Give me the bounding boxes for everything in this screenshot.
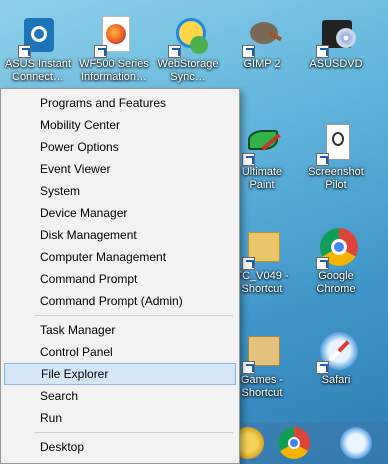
menu-item-task-manager[interactable]: Task Manager xyxy=(4,319,236,341)
icon-label: Screenshot Pilot xyxy=(308,166,364,191)
shortcut-arrow-icon xyxy=(316,45,329,58)
menu-item-command-prompt[interactable]: Command Prompt xyxy=(4,268,236,290)
asusdvd-icon xyxy=(314,14,358,58)
menu-item-control-panel[interactable]: Control Panel xyxy=(4,341,236,363)
menu-item-mobility-center[interactable]: Mobility Center xyxy=(4,114,236,136)
menu-item-system[interactable]: System xyxy=(4,180,236,202)
desktop-icon-asusdvd[interactable]: ASUSDVD xyxy=(298,14,374,71)
games-shortcut-icon xyxy=(240,330,284,374)
power-user-menu: Programs and Features Mobility Center Po… xyxy=(0,88,240,464)
shortcut-arrow-icon xyxy=(94,45,107,58)
icon-label: WebStorage Sync… xyxy=(157,58,219,83)
menu-item-disk-management[interactable]: Disk Management xyxy=(4,224,236,246)
menu-item-desktop[interactable]: Desktop xyxy=(4,436,236,458)
desktop-icon-asus-instant-connect[interactable]: ASUS Instant Connect… xyxy=(0,14,76,84)
shortcut-arrow-icon xyxy=(242,153,255,166)
webstorage-icon xyxy=(166,14,210,58)
desktop-icon-gimp[interactable]: GIMP 2 xyxy=(224,14,300,71)
shortcut-arrow-icon xyxy=(316,153,329,166)
gimp-icon xyxy=(240,14,284,58)
google-chrome-icon xyxy=(314,226,358,270)
menu-item-device-manager[interactable]: Device Manager xyxy=(4,202,236,224)
icon-label: WF500 Series Information… xyxy=(79,58,149,83)
taskbar-safari-icon[interactable] xyxy=(340,427,372,459)
screenshot-pilot-icon xyxy=(314,122,358,166)
shortcut-arrow-icon xyxy=(18,45,31,58)
icon-label: ASUS Instant Connect… xyxy=(4,58,72,83)
tc-v049-shortcut-icon xyxy=(240,226,284,270)
desktop-icon-webstorage[interactable]: WebStorage Sync… xyxy=(150,14,226,84)
shortcut-arrow-icon xyxy=(316,257,329,270)
shortcut-arrow-icon xyxy=(316,361,329,374)
menu-item-command-prompt-admin[interactable]: Command Prompt (Admin) xyxy=(4,290,236,312)
shortcut-arrow-icon xyxy=(242,361,255,374)
desktop-icon-safari[interactable]: Safari xyxy=(298,330,374,387)
ultimate-paint-icon xyxy=(240,122,284,166)
menu-separator xyxy=(35,432,233,433)
desktop-icon-google-chrome[interactable]: Google Chrome xyxy=(298,226,374,296)
shortcut-arrow-icon xyxy=(242,45,255,58)
icon-label: GIMP 2 xyxy=(243,58,281,70)
menu-item-search[interactable]: Search xyxy=(4,385,236,407)
wf500-series-icon xyxy=(92,14,136,58)
menu-separator xyxy=(35,315,233,316)
taskbar-chrome-icon[interactable] xyxy=(278,427,310,459)
icon-label: ASUSDVD xyxy=(309,58,363,70)
safari-icon xyxy=(314,330,358,374)
icon-label: Google Chrome xyxy=(316,270,356,295)
shortcut-arrow-icon xyxy=(168,45,181,58)
menu-item-power-options[interactable]: Power Options xyxy=(4,136,236,158)
asus-instant-connect-icon xyxy=(16,14,60,58)
shortcut-arrow-icon xyxy=(242,257,255,270)
menu-item-run[interactable]: Run xyxy=(4,407,236,429)
menu-item-event-viewer[interactable]: Event Viewer xyxy=(4,158,236,180)
menu-item-file-explorer[interactable]: File Explorer xyxy=(4,363,236,385)
icon-label: Safari xyxy=(321,374,351,386)
menu-item-computer-management[interactable]: Computer Management xyxy=(4,246,236,268)
desktop-icon-wf500-series[interactable]: WF500 Series Information… xyxy=(76,14,152,84)
menu-item-programs-and-features[interactable]: Programs and Features xyxy=(4,92,236,114)
desktop-icon-screenshot-pilot[interactable]: Screenshot Pilot xyxy=(298,122,374,192)
